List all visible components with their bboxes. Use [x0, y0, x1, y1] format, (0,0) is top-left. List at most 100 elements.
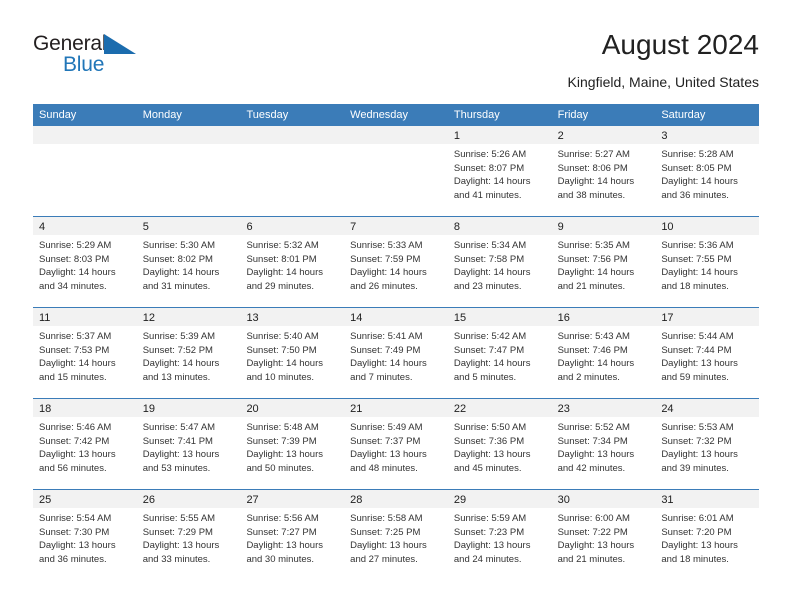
calendar-day-cell[interactable]: 17 Sunrise: 5:44 AM Sunset: 7:44 PM Dayligh…	[655, 308, 760, 398]
calendar-day-cell[interactable]: 27 Sunrise: 5:56 AM Sunset: 7:27 PM Dayligh…	[240, 490, 345, 580]
calendar-day-cell[interactable]: 10 Sunrise: 5:36 AM Sunset: 7:55 PM Dayligh…	[655, 217, 760, 307]
daylight-text-line1: Daylight: 14 hours	[557, 358, 635, 369]
sunset-text: Sunset: 7:32 PM	[661, 435, 732, 447]
sunset-text: Sunset: 7:23 PM	[453, 526, 525, 538]
daylight-text-line1: Daylight: 14 hours	[39, 358, 116, 369]
day-number-band: 4	[33, 217, 137, 235]
sunset-text: Sunset: 7:20 PM	[661, 526, 732, 538]
sunset-text: Sunset: 7:58 PM	[453, 253, 525, 265]
day-number: 11	[39, 312, 51, 324]
sunset-text: Sunset: 7:52 PM	[142, 344, 213, 356]
day-number-band: 14	[344, 308, 448, 326]
day-sun-info: Sunrise: 5:58 AM Sunset: 7:25 PM Daylight:…	[344, 508, 448, 566]
day-number: 6	[246, 221, 253, 233]
page-header: General Blue August 2024 Kingfield, Main…	[33, 28, 759, 100]
day-sun-info: Sunrise: 5:39 AM Sunset: 7:52 PM Daylight:…	[137, 326, 241, 384]
sunset-text: Sunset: 7:47 PM	[453, 344, 525, 356]
day-number-band	[240, 126, 345, 144]
daylight-text-line2: and 23 minutes.	[453, 280, 522, 292]
sunrise-text: Sunrise: 5:52 AM	[557, 422, 630, 433]
sunrise-text: Sunrise: 5:39 AM	[142, 331, 216, 342]
daylight-text-line2: and 36 minutes.	[39, 553, 107, 565]
daylight-text-line2: and 21 minutes.	[557, 280, 626, 292]
weekday-header-sunday: Sunday	[39, 109, 77, 121]
sunrise-text: Sunrise: 5:56 AM	[246, 513, 319, 524]
day-sun-info: Sunrise: 5:26 AM Sunset: 8:07 PM Daylight:…	[448, 144, 552, 202]
day-number: 17	[661, 312, 674, 324]
sunrise-text: Sunrise: 5:41 AM	[350, 331, 423, 342]
calendar-day-cell[interactable]: 24 Sunrise: 5:53 AM Sunset: 7:32 PM Dayligh…	[655, 399, 760, 489]
daylight-text-line1: Daylight: 14 hours	[350, 358, 427, 369]
day-number: 27	[246, 494, 259, 506]
sunrise-text: Sunrise: 5:32 AM	[246, 240, 319, 251]
calendar-day-cell[interactable]: 5 Sunrise: 5:30 AM Sunset: 8:02 PM Daylight…	[136, 217, 241, 307]
daylight-text-line2: and 53 minutes.	[142, 462, 211, 474]
daylight-text-line2: and 31 minutes.	[142, 280, 211, 292]
day-sun-info: Sunrise: 5:35 AM Sunset: 7:56 PM Daylight:…	[552, 235, 656, 293]
calendar-day-cell[interactable]: 29 Sunrise: 5:59 AM Sunset: 7:23 PM Dayligh…	[447, 490, 552, 580]
calendar-day-cell[interactable]: 19 Sunrise: 5:47 AM Sunset: 7:41 PM Dayligh…	[136, 399, 241, 489]
daylight-text-line1: Daylight: 13 hours	[142, 540, 220, 551]
sunrise-text: Sunrise: 5:40 AM	[246, 331, 319, 342]
day-sun-info: Sunrise: 5:54 AM Sunset: 7:30 PM Daylight:…	[33, 508, 137, 566]
weekday-header-wednesday: Wednesday	[350, 109, 409, 121]
calendar-day-cell[interactable]: 30 Sunrise: 6:00 AM Sunset: 7:22 PM Dayligh…	[551, 490, 656, 580]
brand-logo[interactable]: General Blue	[33, 32, 153, 84]
calendar-day-cell[interactable]: 31 Sunrise: 6:01 AM Sunset: 7:20 PM Dayligh…	[655, 490, 760, 580]
day-number-band: 1	[447, 126, 552, 144]
day-sun-info: Sunrise: 5:55 AM Sunset: 7:29 PM Daylight:…	[137, 508, 241, 566]
calendar-day-cell[interactable]: 1 Sunrise: 5:26 AM Sunset: 8:07 PM Daylight…	[447, 126, 552, 216]
day-sun-info: Sunrise: 5:27 AM Sunset: 8:06 PM Daylight:…	[552, 144, 656, 202]
calendar-day-cell[interactable]: 3 Sunrise: 5:28 AM Sunset: 8:05 PM Daylight…	[655, 126, 760, 216]
calendar-day-cell[interactable]: 4 Sunrise: 5:29 AM Sunset: 8:03 PM Daylight…	[33, 217, 137, 307]
calendar-day-cell[interactable]: 6 Sunrise: 5:32 AM Sunset: 8:01 PM Daylight…	[240, 217, 345, 307]
daylight-text-line1: Daylight: 14 hours	[661, 267, 738, 278]
day-sun-info: Sunrise: 5:47 AM Sunset: 7:41 PM Daylight:…	[137, 417, 241, 475]
calendar-day-cell[interactable]: 20 Sunrise: 5:48 AM Sunset: 7:39 PM Dayligh…	[240, 399, 345, 489]
calendar-day-cell[interactable]: 12 Sunrise: 5:39 AM Sunset: 7:52 PM Dayligh…	[136, 308, 241, 398]
day-number: 26	[142, 494, 155, 506]
calendar-day-cell[interactable]: 16 Sunrise: 5:43 AM Sunset: 7:46 PM Dayligh…	[551, 308, 656, 398]
calendar-day-cell[interactable]: 2 Sunrise: 5:27 AM Sunset: 8:06 PM Daylight…	[551, 126, 656, 216]
sunset-text: Sunset: 7:46 PM	[557, 344, 628, 356]
calendar-day-cell[interactable]: 26 Sunrise: 5:55 AM Sunset: 7:29 PM Dayligh…	[136, 490, 241, 580]
calendar-day-cell[interactable]: 14 Sunrise: 5:41 AM Sunset: 7:49 PM Dayligh…	[344, 308, 448, 398]
calendar-day-cell[interactable]: 13 Sunrise: 5:40 AM Sunset: 7:50 PM Dayligh…	[240, 308, 345, 398]
calendar-day-cell[interactable]: 8 Sunrise: 5:34 AM Sunset: 7:58 PM Daylight…	[447, 217, 552, 307]
sunset-text: Sunset: 7:59 PM	[350, 253, 421, 265]
calendar-day-cell-empty	[33, 126, 137, 216]
day-number: 9	[557, 221, 564, 233]
day-number-band: 13	[240, 308, 345, 326]
sunset-text: Sunset: 7:37 PM	[350, 435, 421, 447]
day-sun-info: Sunrise: 5:59 AM Sunset: 7:23 PM Daylight:…	[448, 508, 552, 566]
sunset-text: Sunset: 7:25 PM	[350, 526, 421, 538]
daylight-text-line2: and 13 minutes.	[142, 371, 211, 383]
calendar-day-cell[interactable]: 22 Sunrise: 5:50 AM Sunset: 7:36 PM Dayligh…	[447, 399, 552, 489]
calendar-day-cell-empty	[136, 126, 241, 216]
calendar-day-cell[interactable]: 11 Sunrise: 5:37 AM Sunset: 7:53 PM Dayligh…	[33, 308, 137, 398]
calendar-day-cell[interactable]: 9 Sunrise: 5:35 AM Sunset: 7:56 PM Daylight…	[551, 217, 656, 307]
day-number-band: 25	[33, 490, 137, 508]
page-title: August 2024	[601, 29, 759, 60]
daylight-text-line2: and 33 minutes.	[142, 553, 211, 565]
daylight-text-line2: and 48 minutes.	[350, 462, 418, 474]
sunset-text: Sunset: 8:03 PM	[39, 253, 110, 265]
calendar-day-cell[interactable]: 28 Sunrise: 5:58 AM Sunset: 7:25 PM Dayligh…	[344, 490, 448, 580]
day-number-band: 29	[447, 490, 552, 508]
calendar-day-cell[interactable]: 23 Sunrise: 5:52 AM Sunset: 7:34 PM Dayligh…	[551, 399, 656, 489]
daylight-text-line2: and 56 minutes.	[39, 462, 107, 474]
calendar-day-cell[interactable]: 7 Sunrise: 5:33 AM Sunset: 7:59 PM Daylight…	[344, 217, 448, 307]
day-number-band	[136, 126, 241, 144]
day-number: 10	[661, 221, 674, 233]
daylight-text-line1: Daylight: 14 hours	[661, 176, 738, 187]
calendar-day-cell[interactable]: 25 Sunrise: 5:54 AM Sunset: 7:30 PM Dayligh…	[33, 490, 137, 580]
day-number-band: 18	[33, 399, 137, 417]
day-sun-info: Sunrise: 6:01 AM Sunset: 7:20 PM Daylight:…	[655, 508, 759, 566]
calendar-day-cell[interactable]: 18 Sunrise: 5:46 AM Sunset: 7:42 PM Dayligh…	[33, 399, 137, 489]
day-number: 3	[661, 130, 668, 142]
daylight-text-line2: and 2 minutes.	[557, 371, 620, 383]
brand-triangle-icon	[104, 34, 136, 54]
calendar-day-cell[interactable]: 21 Sunrise: 5:49 AM Sunset: 7:37 PM Dayligh…	[344, 399, 448, 489]
daylight-text-line1: Daylight: 14 hours	[453, 358, 531, 369]
calendar-day-cell[interactable]: 15 Sunrise: 5:42 AM Sunset: 7:47 PM Dayligh…	[447, 308, 552, 398]
